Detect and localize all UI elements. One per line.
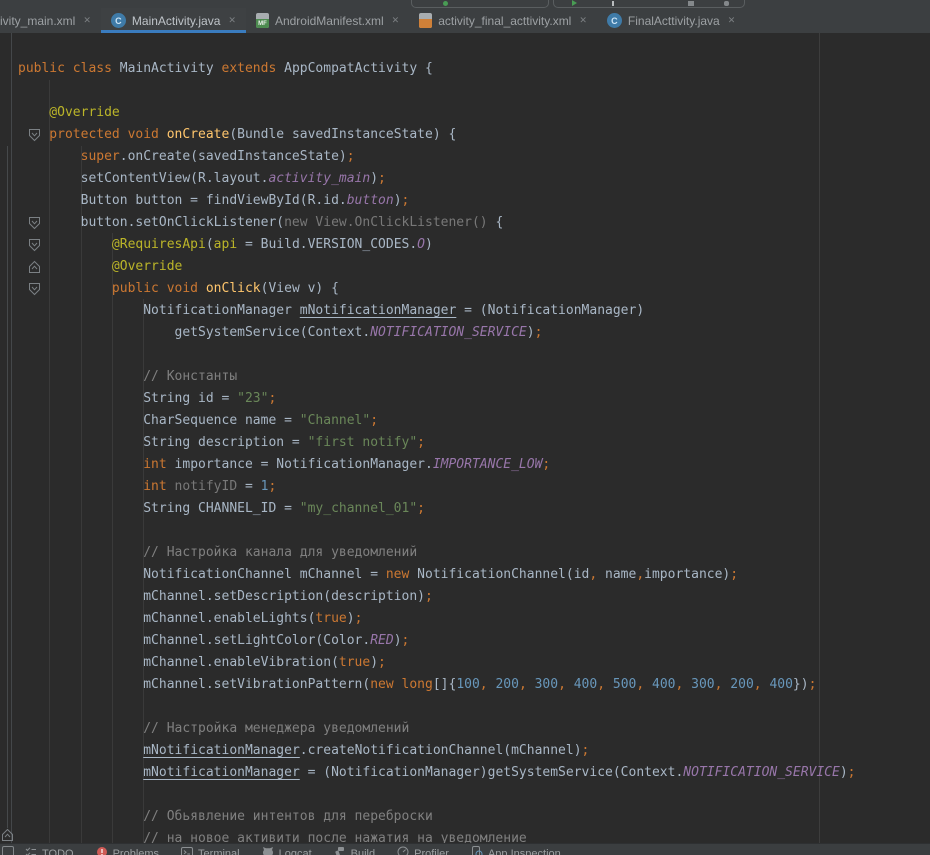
code-line[interactable]: int importance = NotificationManager.IMP… <box>0 454 930 476</box>
tool-window-button-label: Profiler <box>414 848 449 855</box>
close-icon[interactable]: ✕ <box>392 15 400 26</box>
code-line[interactable]: // Обьявление интентов для переброски <box>0 806 930 828</box>
tab-label: ivity_main.xml <box>0 14 75 28</box>
editor-tab[interactable]: activity_final_acttivity.xml ✕ <box>409 8 597 33</box>
tool-window-button-label: Logcat <box>279 848 312 855</box>
code-line[interactable] <box>0 696 930 718</box>
code-line[interactable] <box>0 520 930 542</box>
code-line[interactable]: NotificationManager mNotificationManager… <box>0 300 930 322</box>
code-line[interactable]: @RequiresApi(api = Build.VERSION_CODES.O… <box>0 234 930 256</box>
profile-icon[interactable] <box>612 1 614 6</box>
code-area[interactable]: public class MainActivity extends AppCom… <box>0 58 930 843</box>
todo-icon <box>25 846 37 855</box>
code-line[interactable]: @Override <box>0 256 930 278</box>
editor-tab[interactable]: MF AndroidManifest.xml ✕ <box>246 8 409 33</box>
code-line[interactable]: @Override <box>0 102 930 124</box>
code-line[interactable]: mNotificationManager.createNotificationC… <box>0 740 930 762</box>
fold-marker-down-icon[interactable] <box>28 216 41 230</box>
close-icon[interactable]: ✕ <box>228 15 236 26</box>
code-line[interactable]: mChannel.enableVibration(true); <box>0 652 930 674</box>
code-line[interactable]: String id = "23"; <box>0 388 930 410</box>
more-actions-icon[interactable] <box>724 1 729 6</box>
code-line[interactable] <box>0 80 930 102</box>
main-toolbar-strip <box>0 0 930 8</box>
editor-tab-bar: ivity_main.xml ✕ C MainActivity.java ✕ MF Andr… <box>0 8 930 33</box>
code-line[interactable]: mChannel.setDescription(description); <box>0 586 930 608</box>
build-icon <box>334 846 346 855</box>
code-line[interactable]: public class MainActivity extends AppCom… <box>0 58 930 80</box>
tool-window-stub-icon[interactable] <box>2 846 14 855</box>
code-line[interactable]: String CHANNEL_ID = "my_channel_01"; <box>0 498 930 520</box>
code-line[interactable]: // Настройка канала для уведомлений <box>0 542 930 564</box>
code-line[interactable]: // на новое активити после нажатия на ув… <box>0 828 930 843</box>
tool-window-button-build[interactable]: Build <box>323 846 386 855</box>
tab-label: activity_final_acttivity.xml <box>438 14 571 28</box>
code-line[interactable]: mNotificationManager = (NotificationMana… <box>0 762 930 784</box>
code-line[interactable] <box>0 784 930 806</box>
code-editor[interactable]: public class MainActivity extends AppCom… <box>0 33 930 843</box>
class-icon: C <box>607 13 622 28</box>
fold-marker-up-icon[interactable] <box>28 260 41 274</box>
editor-tab[interactable]: C FinalActtivity.java ✕ <box>597 8 745 33</box>
tool-window-button-terminal[interactable]: Terminal <box>170 846 251 855</box>
close-icon[interactable]: ✕ <box>728 15 736 26</box>
tab-label: AndroidManifest.xml <box>275 14 384 28</box>
code-line[interactable]: CharSequence name = "Channel"; <box>0 410 930 432</box>
tool-window-bar: TODO Problems Terminal Logcat Build Profiler A… <box>0 843 930 855</box>
tab-label: FinalActtivity.java <box>628 14 720 28</box>
tool-window-button-profiler[interactable]: Profiler <box>386 846 460 855</box>
code-line[interactable]: mChannel.setLightColor(Color.RED); <box>0 630 930 652</box>
close-icon[interactable]: ✕ <box>83 15 91 26</box>
code-line[interactable]: mChannel.enableLights(true); <box>0 608 930 630</box>
manifest-icon: MF <box>256 13 269 28</box>
code-line[interactable]: public void onClick(View v) { <box>0 278 930 300</box>
code-line[interactable]: // Константы <box>0 366 930 388</box>
code-line[interactable]: mChannel.setVibrationPattern(new long[]{… <box>0 674 930 696</box>
run-configuration-widget[interactable] <box>411 0 549 8</box>
tool-window-button-label: Terminal <box>198 848 240 855</box>
code-line[interactable]: getSystemService(Context.NOTIFICATION_SE… <box>0 322 930 344</box>
code-line[interactable]: NotificationChannel mChannel = new Notif… <box>0 564 930 586</box>
device-run-widget[interactable] <box>553 0 745 8</box>
fold-marker-down-icon[interactable] <box>28 238 41 252</box>
code-line[interactable]: // Настройка менеджера уведомлений <box>0 718 930 740</box>
tool-window-button-problems[interactable]: Problems <box>85 846 170 855</box>
ide-window: ivity_main.xml ✕ C MainActivity.java ✕ MF Andr… <box>0 0 930 855</box>
code-line[interactable] <box>0 344 930 366</box>
layout-icon <box>419 13 432 28</box>
logcat-icon <box>262 846 274 855</box>
fold-marker-down-icon[interactable] <box>28 128 41 142</box>
run-icon[interactable] <box>572 0 577 6</box>
tool-window-button-label: TODO <box>42 848 74 855</box>
tab-label: MainActivity.java <box>132 14 220 28</box>
stop-icon[interactable] <box>688 1 694 6</box>
editor-tab[interactable]: C MainActivity.java ✕ <box>101 8 246 33</box>
code-line[interactable]: String description = "first notify"; <box>0 432 930 454</box>
profiler-icon <box>397 846 409 855</box>
close-icon[interactable]: ✕ <box>579 15 587 26</box>
code-line[interactable]: Button button = findViewById(R.id.button… <box>0 190 930 212</box>
tool-window-button-label: Build <box>351 848 375 855</box>
fold-marker-down-icon[interactable] <box>28 282 41 296</box>
code-line[interactable]: setContentView(R.layout.activity_main); <box>0 168 930 190</box>
code-line[interactable]: protected void onCreate(Bundle savedInst… <box>0 124 930 146</box>
tool-window-button-label: Problems <box>113 848 159 855</box>
tool-window-button-app-inspection[interactable]: App Inspection <box>460 846 572 855</box>
editor-tab[interactable]: ivity_main.xml ✕ <box>0 8 101 33</box>
terminal-icon <box>181 846 193 855</box>
inspection-icon <box>471 846 483 855</box>
code-line[interactable]: super.onCreate(savedInstanceState); <box>0 146 930 168</box>
code-line[interactable]: int notifyID = 1; <box>0 476 930 498</box>
fold-marker-up-icon[interactable] <box>1 828 14 842</box>
problems-icon <box>96 846 108 855</box>
tool-window-button-todo[interactable]: TODO <box>14 846 85 855</box>
code-line[interactable]: button.setOnClickListener(new View.OnCli… <box>0 212 930 234</box>
tool-window-button-logcat[interactable]: Logcat <box>251 846 323 855</box>
gradle-sync-dot-icon <box>443 1 448 6</box>
class-icon: C <box>111 13 126 28</box>
tool-window-button-label: App Inspection <box>488 848 561 855</box>
